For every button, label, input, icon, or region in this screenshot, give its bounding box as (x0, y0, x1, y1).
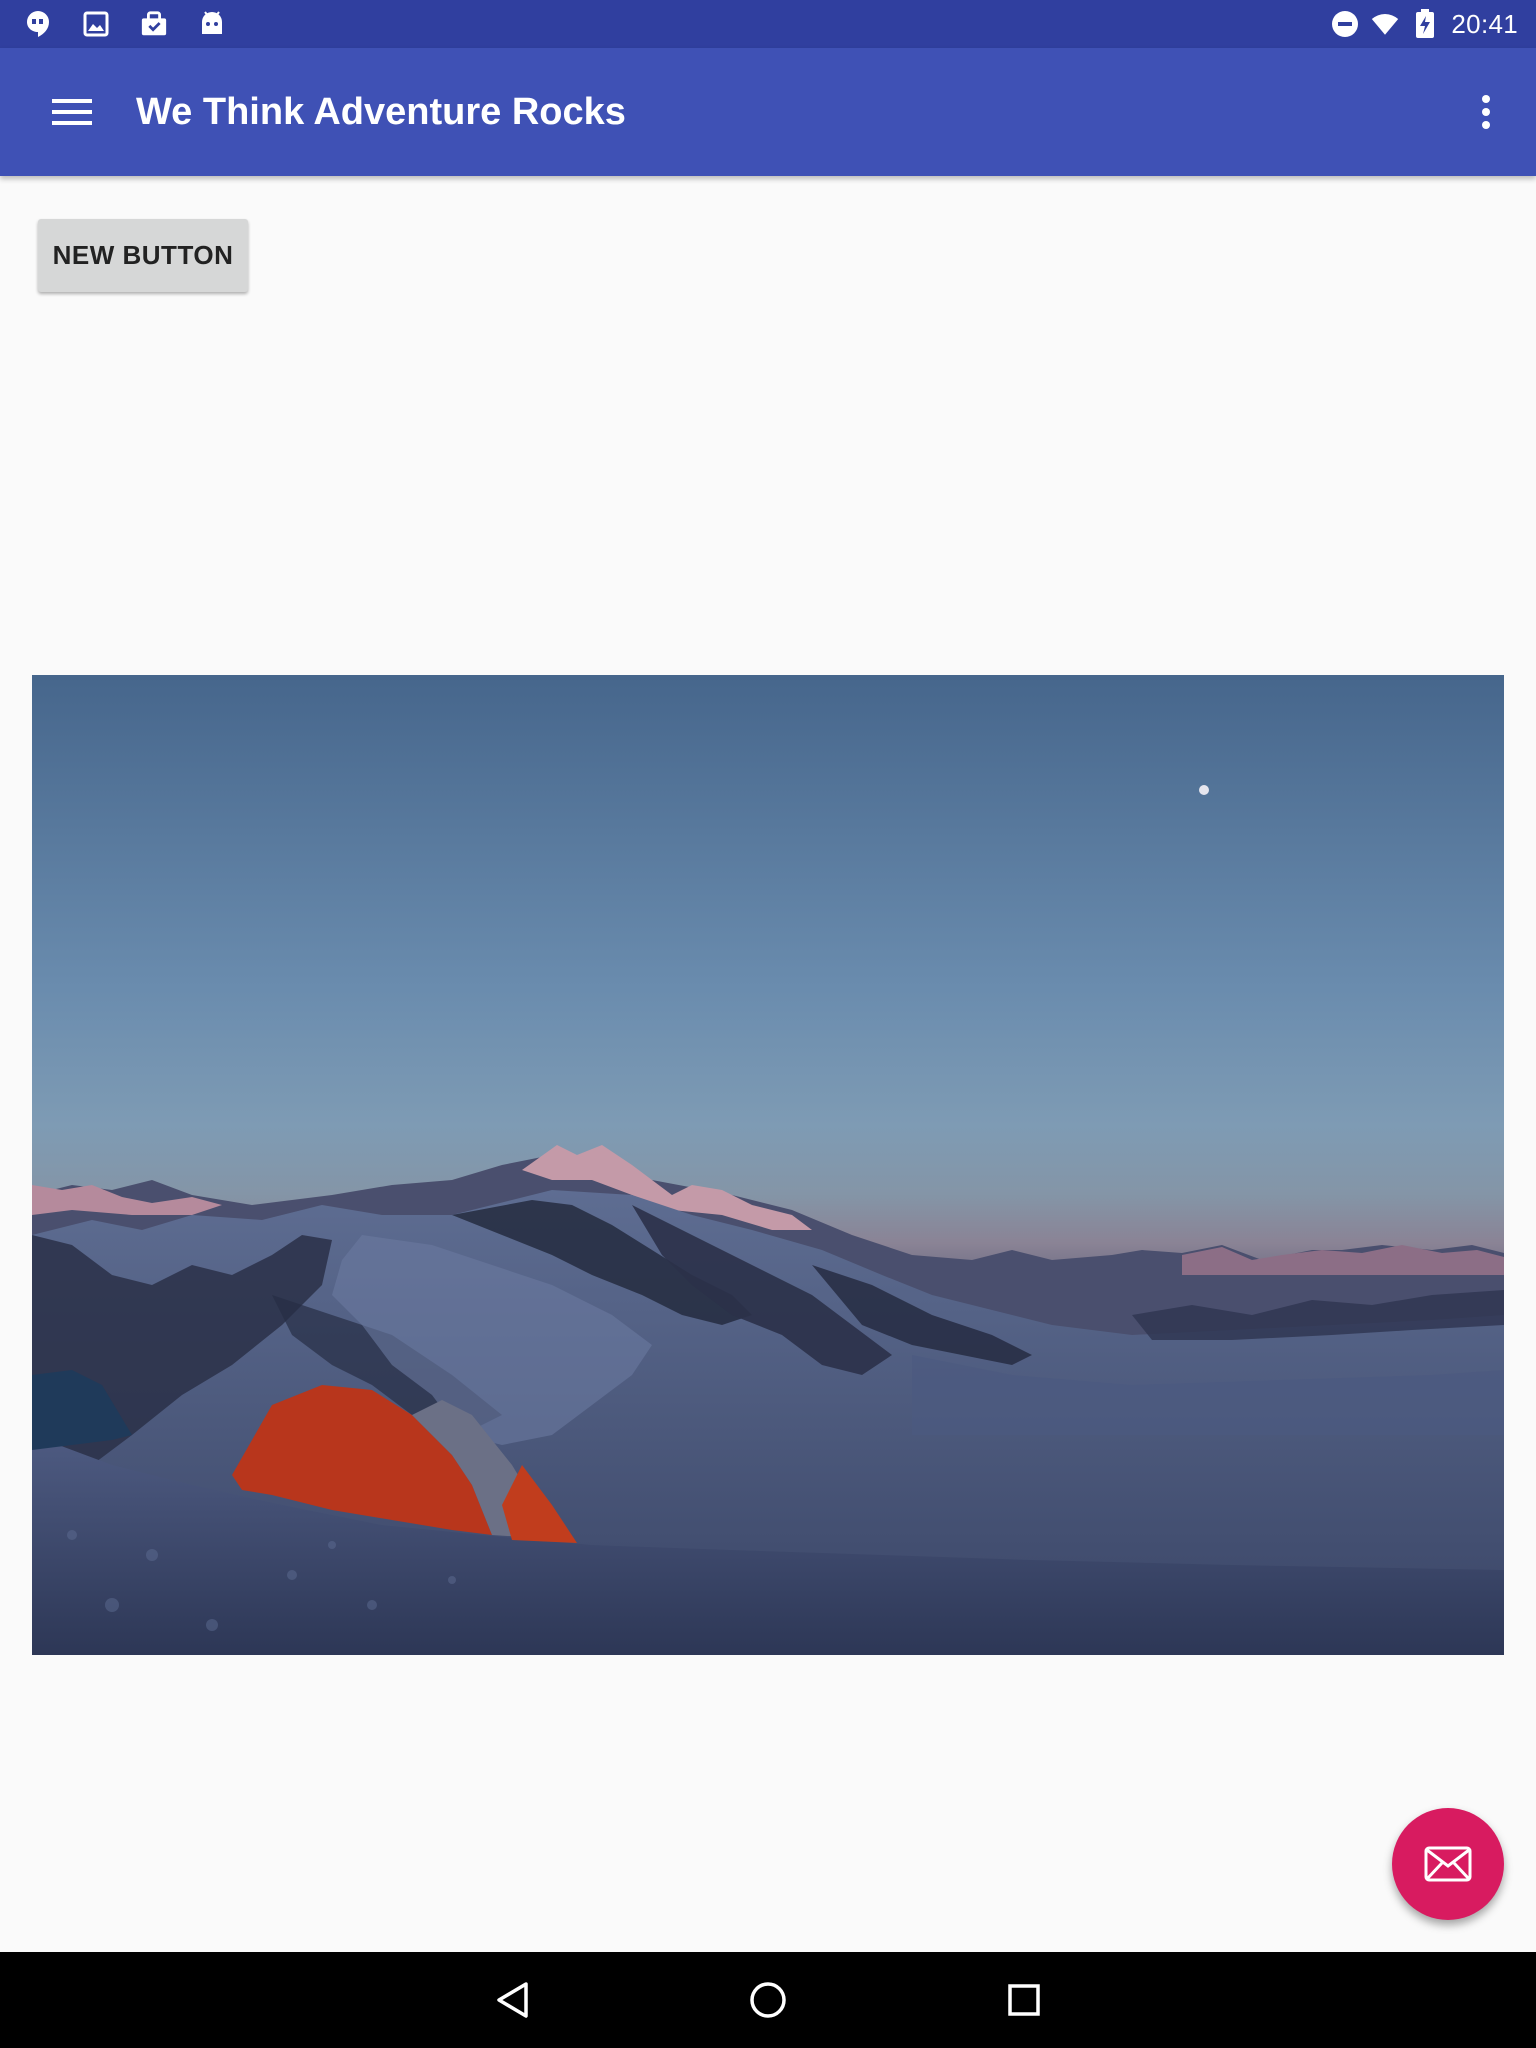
hangouts-icon (24, 10, 52, 38)
email-fab[interactable] (1392, 1808, 1504, 1920)
home-icon (750, 1982, 786, 2018)
app-bar: We Think Adventure Rocks (0, 48, 1536, 176)
app-title: We Think Adventure Rocks (136, 91, 626, 133)
navigation-bar (0, 1952, 1536, 2048)
battery-charging-icon (1411, 9, 1439, 38)
wifi-icon (1371, 10, 1399, 38)
do-not-disturb-icon (1331, 10, 1359, 38)
menu-icon (52, 99, 92, 125)
mountain-photo (32, 675, 1504, 1655)
back-button[interactable] (478, 1966, 546, 2034)
store-icon (140, 10, 168, 38)
overflow-menu-button[interactable] (1452, 78, 1520, 146)
menu-button[interactable] (38, 78, 106, 146)
email-icon (1424, 1846, 1472, 1882)
system-status: 20:41 (1331, 0, 1518, 48)
notification-icons (24, 0, 226, 48)
home-button[interactable] (734, 1966, 802, 2034)
recents-button[interactable] (990, 1966, 1058, 2034)
new-button[interactable]: NEW BUTTON (38, 219, 248, 292)
clock: 20:41 (1451, 8, 1518, 39)
image-icon (82, 10, 110, 38)
back-icon (497, 1982, 528, 2018)
more-vert-icon (1482, 95, 1490, 129)
recents-icon (1008, 1984, 1040, 2016)
android-icon (198, 10, 226, 38)
status-bar: 20:41 (0, 0, 1536, 48)
